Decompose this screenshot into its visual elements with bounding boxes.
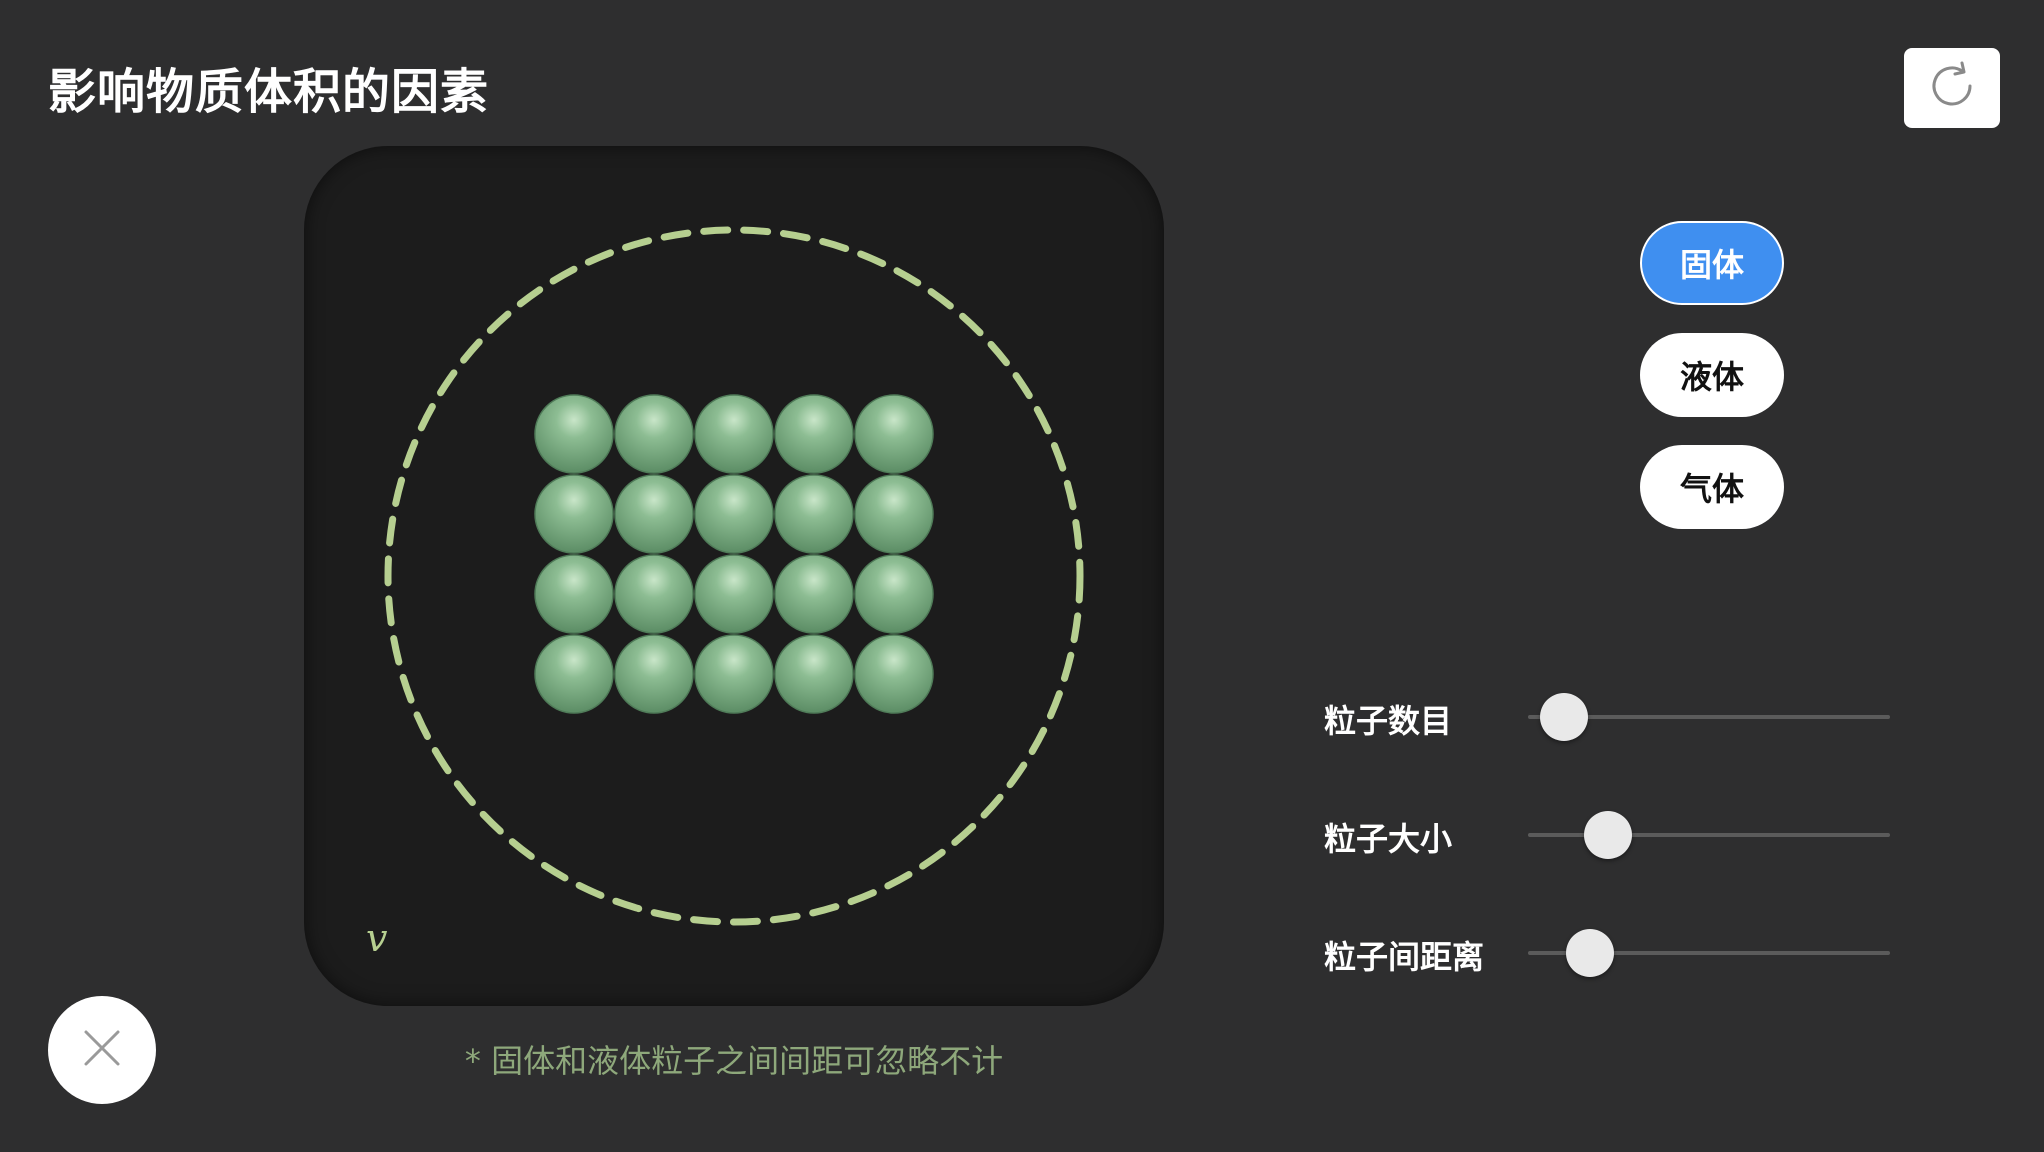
particle — [534, 554, 614, 634]
state-selector: 固体 液体 气体 — [1640, 221, 1784, 529]
particle — [694, 474, 774, 554]
particle — [534, 474, 614, 554]
particle — [694, 634, 774, 714]
particle-stage: v — [304, 146, 1164, 1006]
particle — [694, 394, 774, 474]
particle-distance-slider[interactable] — [1528, 929, 1890, 977]
particle — [854, 554, 934, 634]
particle — [854, 634, 934, 714]
particle-count-control: 粒子数目 — [1324, 686, 1944, 746]
particle-count-thumb[interactable] — [1540, 693, 1589, 741]
particle — [534, 394, 614, 474]
particle-grid — [534, 394, 934, 714]
footnote-text: * 固体和液体粒子之间间距可忽略不计 — [464, 1042, 1004, 1080]
particle-count-label: 粒子数目 — [1324, 702, 1453, 740]
particle — [854, 474, 934, 554]
particle-distance-label: 粒子间距离 — [1324, 938, 1485, 976]
particle-size-thumb[interactable] — [1583, 811, 1632, 859]
particle-distance-thumb[interactable] — [1565, 929, 1614, 977]
liquid-button[interactable]: 液体 — [1640, 333, 1784, 417]
particle — [774, 554, 854, 634]
gas-button[interactable]: 气体 — [1640, 445, 1784, 529]
particle-size-control: 粒子大小 — [1324, 804, 1944, 864]
refresh-icon — [1924, 58, 1980, 118]
solid-button[interactable]: 固体 — [1640, 221, 1784, 305]
particle — [534, 634, 614, 714]
particle-count-slider[interactable] — [1528, 693, 1890, 741]
particle — [614, 634, 694, 714]
particle — [614, 474, 694, 554]
particle-canvas — [384, 226, 1084, 926]
reset-button[interactable] — [1904, 48, 2000, 128]
particle — [854, 394, 934, 474]
particle — [614, 394, 694, 474]
particle — [614, 554, 694, 634]
close-button[interactable] — [48, 996, 156, 1104]
app-screen: 影响物质体积的因素 v * 固体和液体粒子之间间距可忽略不计 固体 液体 气体 … — [0, 0, 2044, 1152]
particle — [694, 554, 774, 634]
close-icon — [78, 1024, 126, 1076]
particle — [774, 394, 854, 474]
particle — [774, 634, 854, 714]
particle — [774, 474, 854, 554]
volume-symbol: v — [366, 916, 388, 960]
page-title: 影响物质体积的因素 — [48, 64, 490, 120]
particle-size-slider[interactable] — [1528, 811, 1890, 859]
particle-distance-control: 粒子间距离 — [1324, 922, 1944, 982]
particle-size-label: 粒子大小 — [1324, 820, 1453, 858]
